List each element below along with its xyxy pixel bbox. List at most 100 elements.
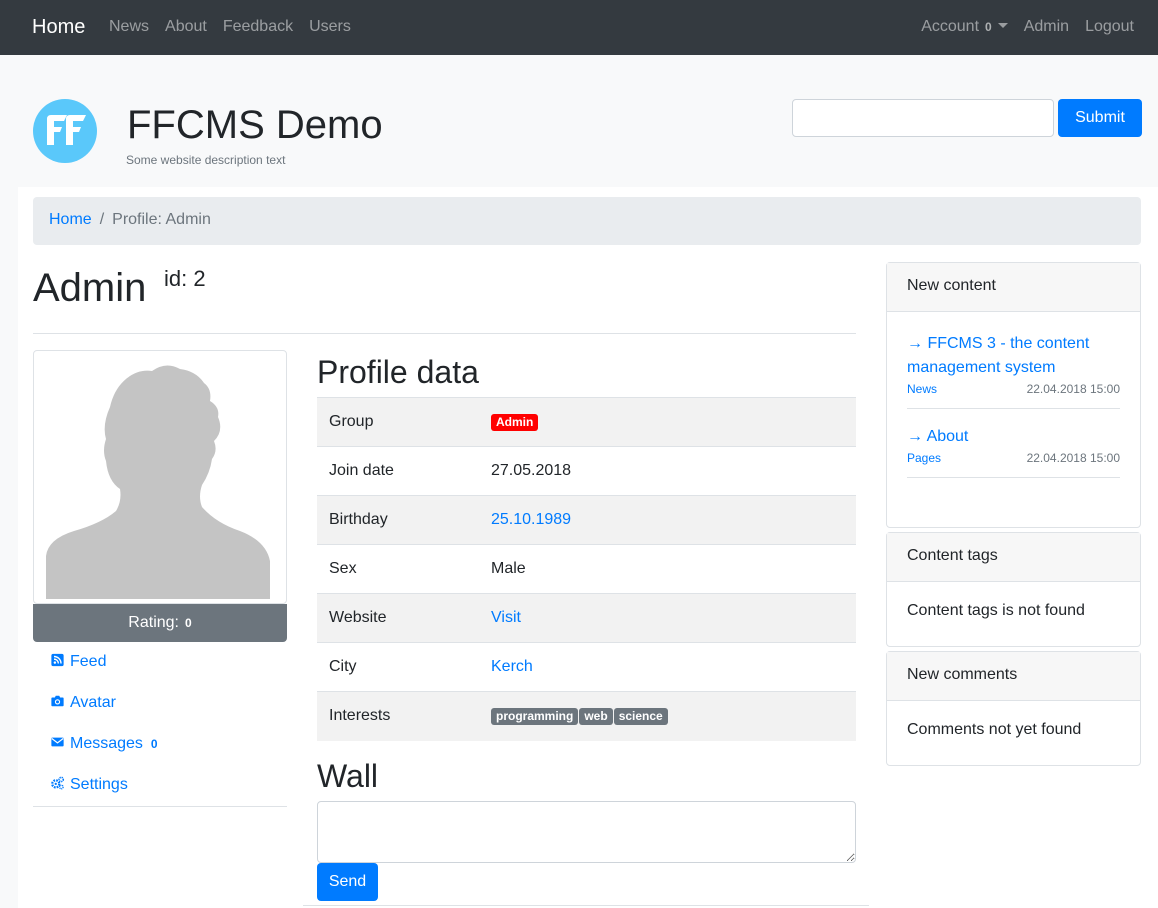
user-silhouette-icon: [46, 365, 270, 599]
card-header: Content tags: [887, 533, 1140, 582]
site-description: Some website description text: [126, 153, 286, 167]
site-logo[interactable]: [33, 99, 97, 163]
breadcrumb-separator: /: [99, 211, 105, 228]
card-header: New comments: [887, 652, 1140, 701]
avatar: [33, 350, 287, 604]
profile-data-table: Group Admin Join date 27.05.2018 Birthda…: [317, 397, 856, 741]
search-submit-button[interactable]: Submit: [1058, 99, 1142, 137]
breadcrumb-home-link[interactable]: Home: [49, 211, 92, 228]
cogs-icon: [51, 776, 65, 790]
row-value: Admin: [479, 397, 856, 447]
row-value: Male: [479, 544, 856, 594]
row-value: Visit: [479, 593, 856, 643]
nav-main-links: News About Feedback Users: [109, 18, 351, 36]
profile-id-label: id: 2: [164, 266, 206, 291]
nav-brand-home[interactable]: Home: [32, 16, 85, 39]
list-item: → About Pages 22.04.2018 15:00: [907, 425, 1120, 478]
menu-item-label: Settings: [70, 776, 128, 793]
rating-bar: Rating: 0: [33, 604, 287, 642]
interest-badge: web: [579, 708, 613, 726]
nav-user-links: Account 0 Admin Logout: [921, 18, 1134, 36]
top-navbar: Home News About Feedback Users Account 0 …: [0, 0, 1158, 55]
wall-divider: [303, 905, 869, 906]
profile-name-heading: Admin: [33, 266, 147, 310]
profile-data-heading: Profile data: [317, 354, 479, 390]
table-row: Group Admin: [317, 397, 856, 447]
row-value: Kerch: [479, 642, 856, 692]
nav-link-about[interactable]: About: [165, 18, 207, 36]
wall-message-input[interactable]: [317, 801, 856, 863]
card-header: New content: [887, 263, 1140, 312]
row-value: 25.10.1989: [479, 495, 856, 545]
row-label: City: [317, 642, 479, 692]
table-row: Interests programming web science: [317, 691, 856, 741]
nav-link-admin[interactable]: Admin: [1024, 18, 1069, 36]
menu-item-avatar[interactable]: Avatar: [33, 684, 287, 725]
camera-icon: [51, 695, 64, 707]
menu-item-settings[interactable]: Settings: [33, 766, 287, 807]
news-title-link[interactable]: → FFCMS 3 - the content management syste…: [907, 332, 1120, 380]
profile-menu: Feed Avatar Messages 0 Settings: [33, 643, 287, 807]
row-label: Interests: [317, 691, 479, 741]
account-count-badge: 0: [985, 20, 992, 34]
card-body: Comments not yet found: [907, 721, 1082, 738]
menu-divider: [33, 806, 287, 807]
rating-value: 0: [185, 616, 192, 630]
news-meta: Pages 22.04.2018 15:00: [907, 451, 1120, 465]
breadcrumb: Home / Profile: Admin: [33, 197, 1141, 245]
nav-link-feedback[interactable]: Feedback: [223, 18, 293, 36]
news-title-link[interactable]: → About: [907, 425, 1120, 449]
table-row: Join date 27.05.2018: [317, 446, 856, 496]
news-category-link[interactable]: Pages: [907, 451, 941, 465]
nav-link-users[interactable]: Users: [309, 18, 351, 36]
row-label: Sex: [317, 544, 479, 594]
menu-item-label: Feed: [70, 653, 107, 670]
new-comments-card: New comments Comments not yet found: [886, 651, 1141, 766]
table-row: Website Visit: [317, 593, 856, 643]
row-label: Website: [317, 593, 479, 643]
account-dropdown[interactable]: Account 0: [921, 18, 1008, 36]
card-body: → FFCMS 3 - the content management syste…: [887, 312, 1140, 514]
row-label: Group: [317, 397, 479, 447]
city-link[interactable]: Kerch: [491, 658, 533, 675]
breadcrumb-current: Profile: Admin: [112, 211, 211, 228]
group-badge: Admin: [491, 414, 539, 431]
row-value: 27.05.2018: [479, 446, 856, 496]
menu-item-feed[interactable]: Feed: [33, 643, 287, 684]
news-date: 22.04.2018 15:00: [1026, 382, 1120, 396]
menu-item-label: Avatar: [70, 694, 116, 711]
row-label: Birthday: [317, 495, 479, 545]
menu-item-label: Messages: [70, 735, 143, 752]
ffcms-logo-icon: [47, 115, 86, 145]
account-label: Account: [921, 18, 980, 35]
interest-badge: science: [613, 708, 668, 726]
nav-link-logout[interactable]: Logout: [1085, 18, 1134, 36]
envelope-icon: [51, 737, 64, 747]
search-input[interactable]: [792, 99, 1054, 137]
menu-item-messages[interactable]: Messages 0: [33, 725, 287, 766]
new-content-card: New content → FFCMS 3 - the content mana…: [886, 262, 1141, 528]
row-label: Join date: [317, 446, 479, 496]
interest-badge: programming: [491, 708, 579, 726]
card-body: Content tags is not found: [907, 602, 1085, 619]
rating-label: Rating:: [128, 614, 179, 631]
nav-link-news[interactable]: News: [109, 18, 149, 36]
website-link[interactable]: Visit: [491, 609, 521, 626]
news-date: 22.04.2018 15:00: [1026, 451, 1120, 465]
rss-icon: [51, 653, 64, 667]
birthday-link[interactable]: 25.10.1989: [491, 511, 571, 528]
table-row: Birthday 25.10.1989: [317, 495, 856, 545]
news-meta: News 22.04.2018 15:00: [907, 382, 1120, 396]
table-row: Sex Male: [317, 544, 856, 594]
caret-down-icon: [997, 23, 1008, 28]
content-tags-card: Content tags Content tags is not found: [886, 532, 1141, 647]
site-title: FFCMS Demo: [127, 103, 383, 147]
table-row: City Kerch: [317, 642, 856, 692]
wall-send-button[interactable]: Send: [317, 863, 378, 901]
title-divider: [33, 333, 856, 334]
messages-count-badge: 0: [150, 737, 158, 751]
row-value: programming web science: [479, 691, 856, 741]
wall-heading: Wall: [317, 758, 379, 794]
news-category-link[interactable]: News: [907, 382, 937, 396]
list-item: → FFCMS 3 - the content management syste…: [907, 332, 1120, 409]
